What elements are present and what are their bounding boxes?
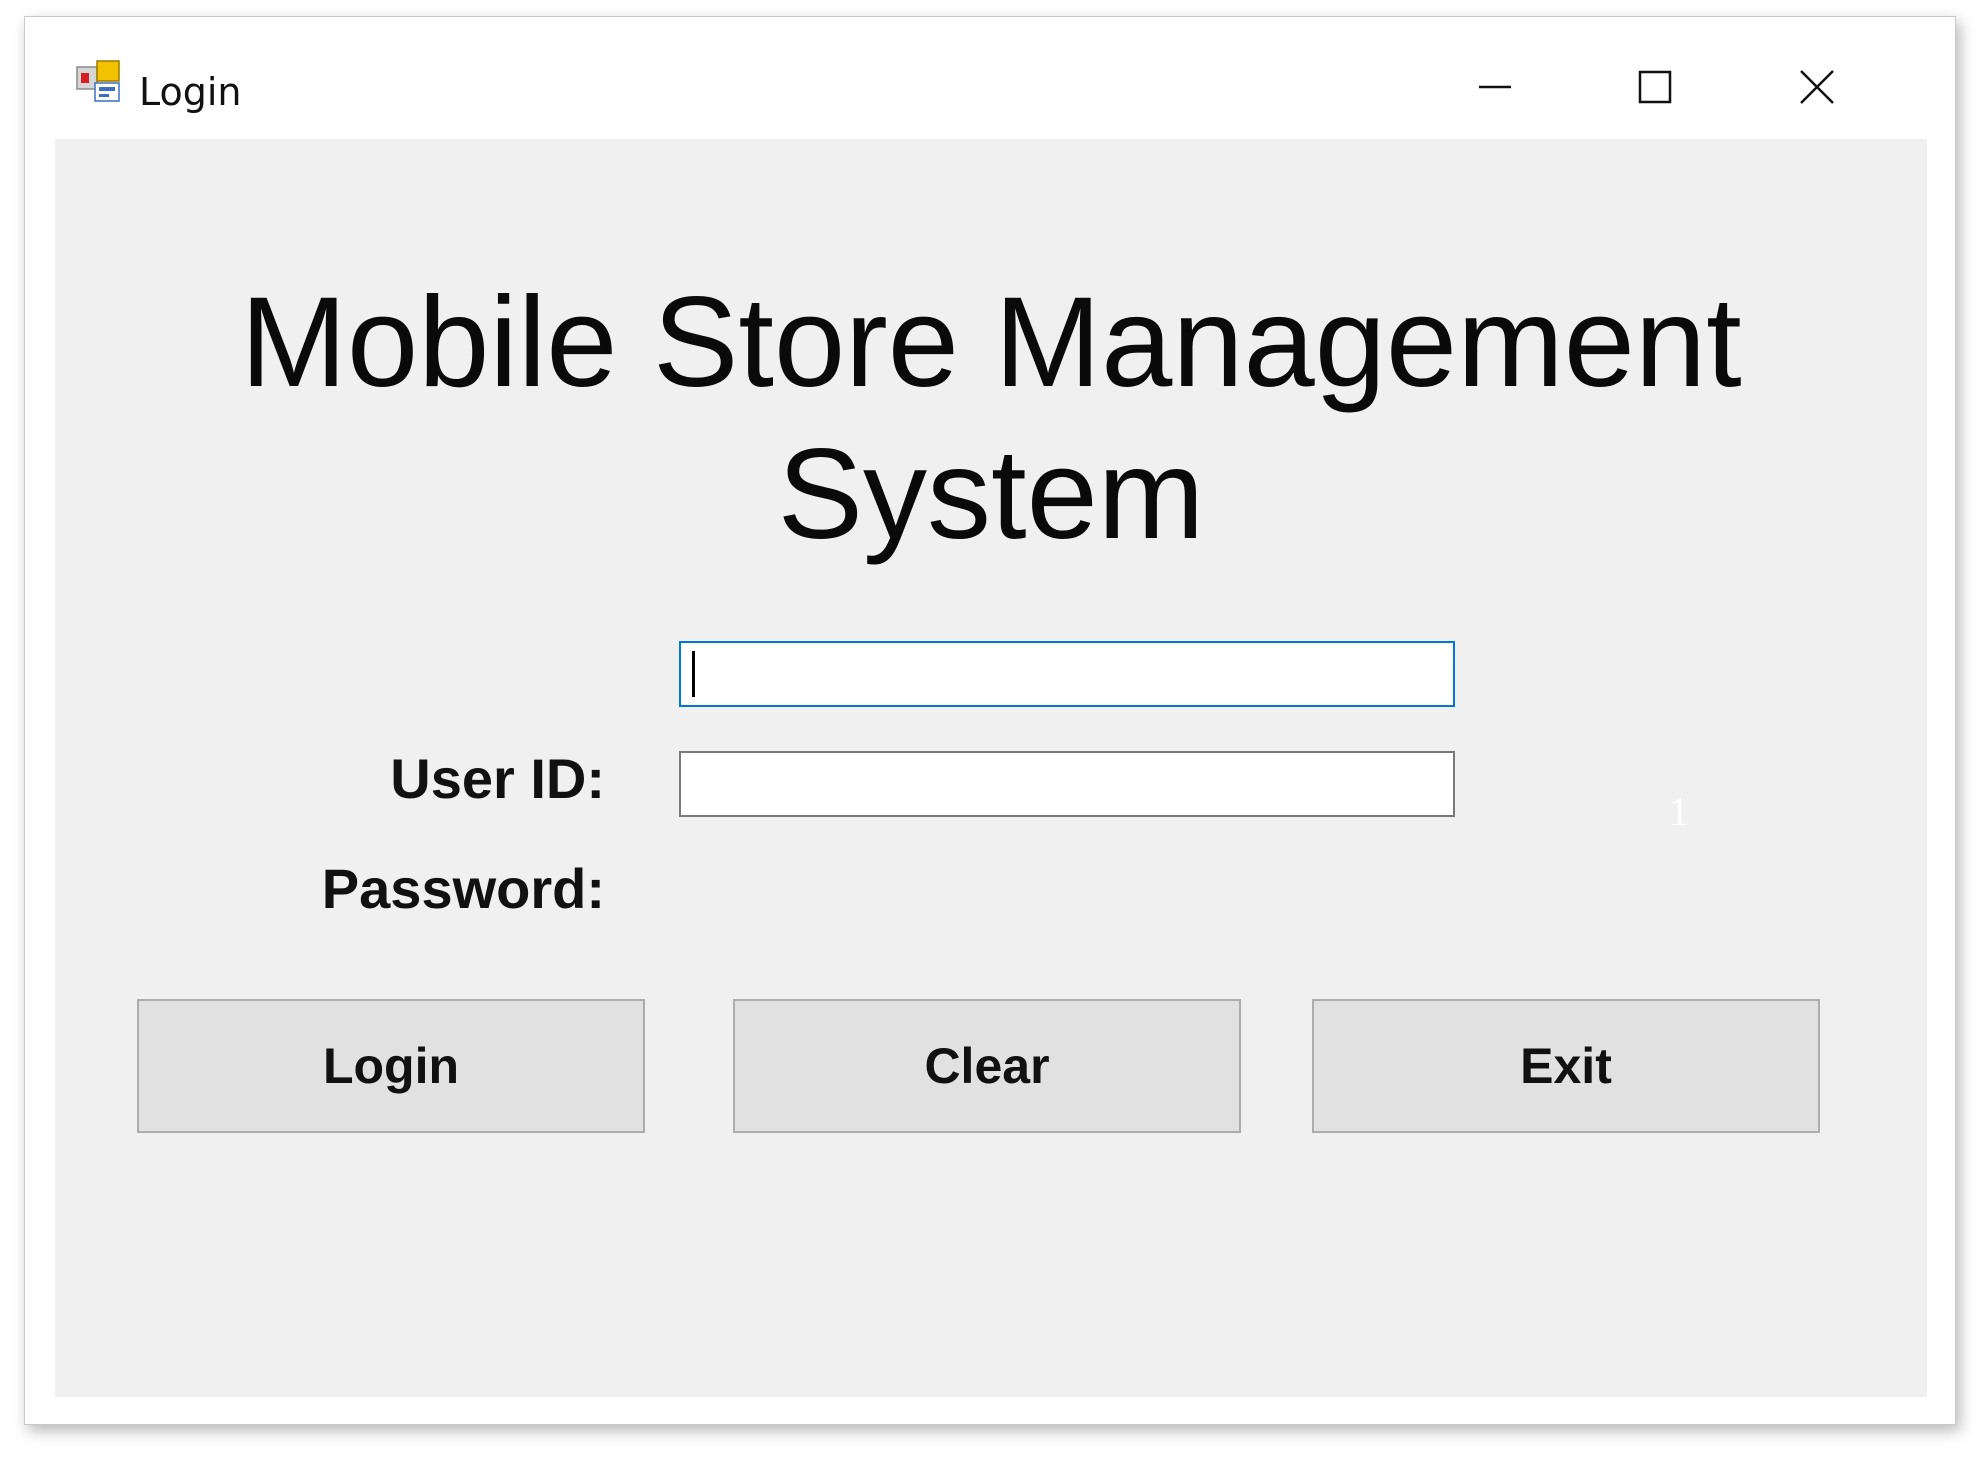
close-button[interactable] xyxy=(1757,47,1877,127)
password-input[interactable] xyxy=(679,751,1455,817)
annotation-marker: 1 xyxy=(1669,789,1689,834)
title-bar[interactable]: Login xyxy=(25,17,1955,139)
app-icon xyxy=(76,60,120,102)
login-button[interactable]: Login xyxy=(137,999,645,1133)
text-caret xyxy=(692,651,695,697)
login-window: Login Mobile Store Management System Use… xyxy=(24,16,1956,1425)
user-id-input[interactable] xyxy=(679,641,1455,707)
user-id-label: User ID: xyxy=(390,747,605,810)
close-icon xyxy=(1800,70,1834,104)
maximize-icon xyxy=(1638,70,1672,104)
minimize-icon xyxy=(1479,85,1511,89)
minimize-button[interactable] xyxy=(1435,47,1555,127)
heading-line-2: System xyxy=(777,423,1205,566)
password-label: Password: xyxy=(321,857,605,920)
heading-line-1: Mobile Store Management xyxy=(240,271,1742,414)
clear-button[interactable]: Clear xyxy=(733,999,1241,1133)
exit-button[interactable]: Exit xyxy=(1312,999,1820,1133)
maximize-button[interactable] xyxy=(1595,47,1715,127)
screen: Login Mobile Store Management System Use… xyxy=(0,0,1979,1457)
window-title: Login xyxy=(139,70,242,114)
app-heading: Mobile Store Management System xyxy=(55,267,1927,571)
